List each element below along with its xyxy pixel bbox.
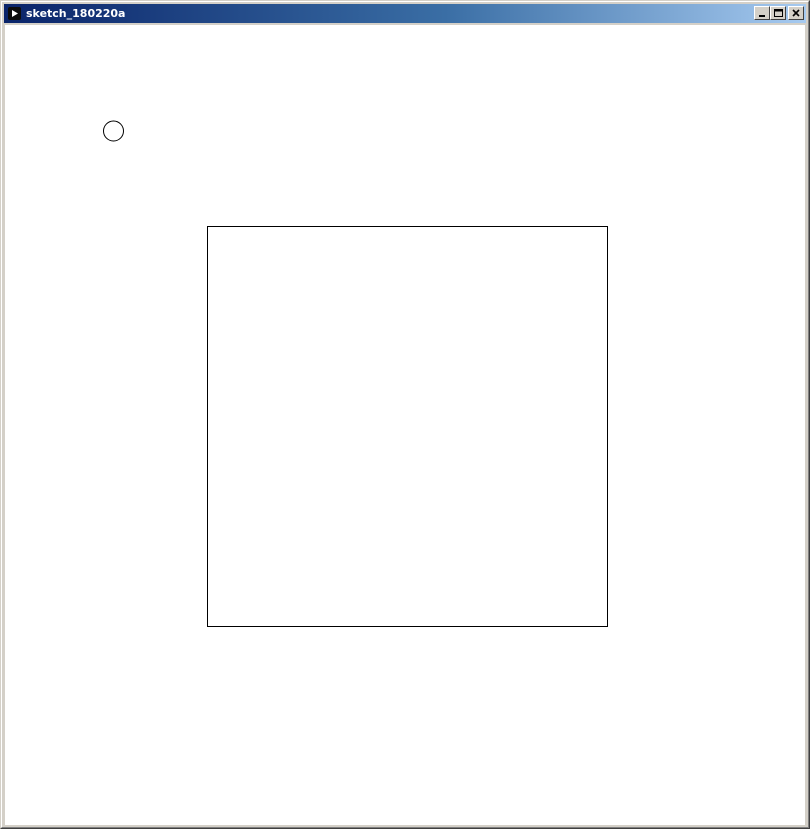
maximize-icon	[774, 9, 783, 17]
processing-app-icon[interactable]	[8, 7, 21, 20]
square-shape	[207, 226, 608, 627]
close-icon	[792, 9, 800, 17]
title-bar[interactable]: sketch_180220a	[4, 4, 806, 23]
sketch-window: sketch_180220a	[0, 0, 810, 829]
minimize-button[interactable]	[754, 6, 770, 20]
close-button[interactable]	[788, 6, 804, 20]
circle-shape	[103, 120, 124, 142]
minimize-icon	[759, 15, 765, 17]
maximize-button[interactable]	[770, 6, 786, 20]
sketch-canvas[interactable]	[5, 25, 805, 825]
canvas-drawing	[103, 120, 608, 627]
window-title: sketch_180220a	[26, 7, 126, 20]
